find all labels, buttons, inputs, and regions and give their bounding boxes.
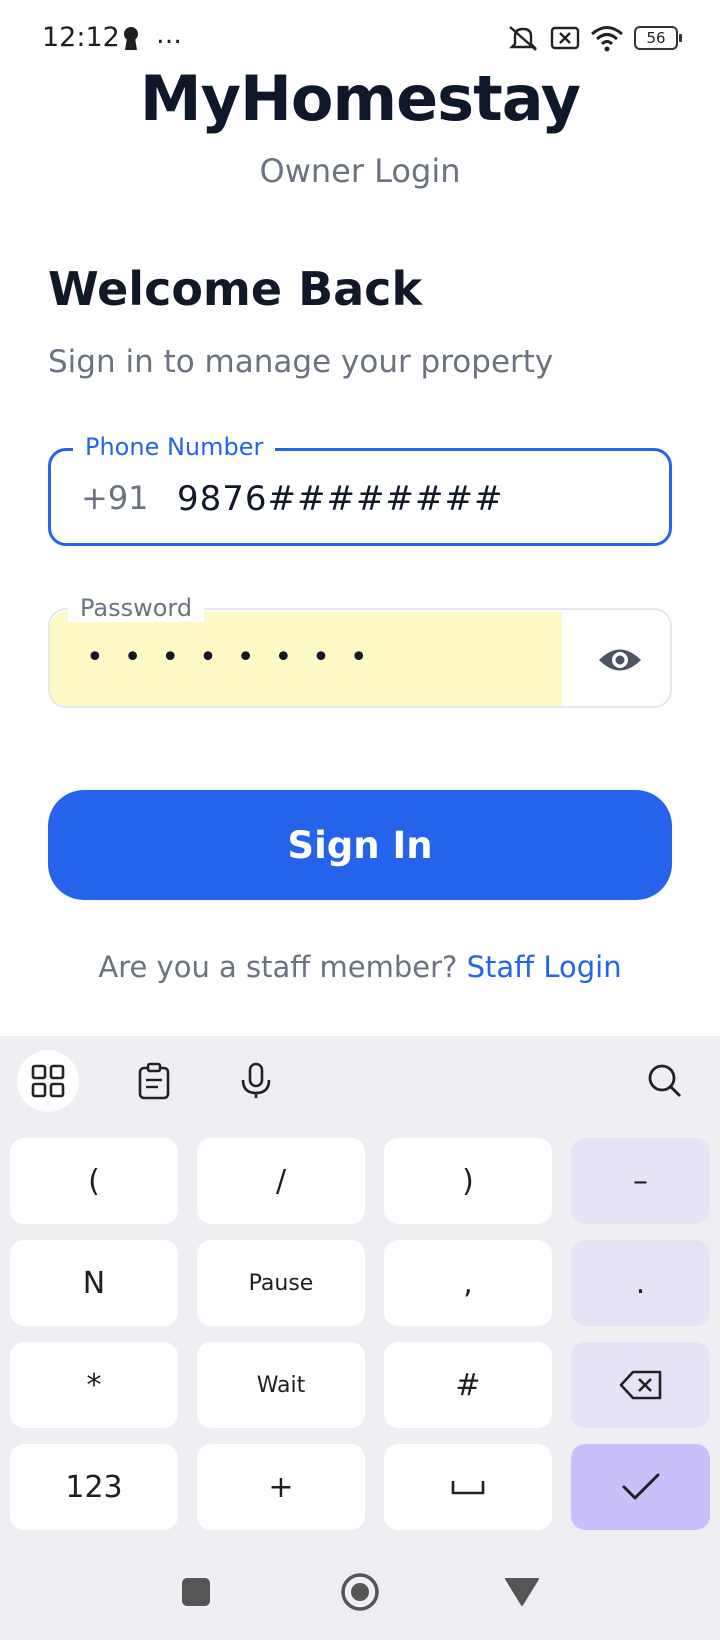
password-input[interactable]: •••••••• [86, 640, 388, 675]
apps-grid-icon[interactable] [17, 1050, 79, 1112]
enter-key[interactable] [571, 1444, 710, 1530]
country-code-prefix: +91 [81, 479, 149, 517]
recent-apps-square-icon[interactable] [174, 1570, 218, 1614]
staff-login-link[interactable]: Staff Login [467, 950, 622, 984]
keyhole-icon [122, 26, 140, 52]
show-password-eye-icon[interactable] [596, 636, 644, 684]
wifi-icon [590, 24, 624, 52]
key-123[interactable]: 123 [10, 1444, 178, 1530]
clipboard-icon[interactable] [123, 1050, 185, 1112]
password-field[interactable]: Password •••••••• [48, 594, 672, 708]
key-hash[interactable]: # [384, 1342, 552, 1428]
space-key[interactable] [384, 1444, 552, 1530]
status-more-icon: … [156, 20, 183, 50]
staff-prompt-text: Are you a staff member? [98, 950, 458, 984]
search-icon[interactable] [634, 1050, 696, 1112]
space-icon [451, 1481, 485, 1495]
check-icon [622, 1473, 659, 1500]
mute-icon [506, 24, 540, 52]
phone-number-label: Phone Number [73, 433, 276, 461]
key-wait[interactable]: Wait [197, 1342, 365, 1428]
status-icons: 56 [506, 24, 682, 52]
app-subtitle: Owner Login [259, 152, 461, 190]
key-n[interactable]: N [10, 1240, 178, 1326]
staff-login-prompt: Are you a staff member? Staff Login [0, 950, 720, 984]
key-slash[interactable]: / [197, 1138, 365, 1224]
phone-number-input[interactable]: 9876######## [177, 479, 503, 519]
no-sim-icon [550, 25, 580, 51]
key-open-paren[interactable]: ( [10, 1138, 178, 1224]
key-close-paren[interactable]: ) [384, 1138, 552, 1224]
password-label: Password [68, 594, 205, 622]
keyboard-toolbar [0, 1036, 720, 1132]
key-asterisk[interactable]: * [10, 1342, 178, 1428]
key-comma[interactable]: , [384, 1240, 552, 1326]
back-triangle-icon[interactable] [500, 1570, 544, 1614]
phone-number-field[interactable]: Phone Number +91 9876######## [48, 433, 672, 546]
battery-icon: 56 [634, 26, 682, 50]
status-time: 12:12 [42, 22, 120, 53]
key-pause[interactable]: Pause [197, 1240, 365, 1326]
welcome-title: Welcome Back [48, 262, 423, 316]
key-period[interactable]: . [571, 1240, 710, 1326]
backspace-icon [619, 1370, 661, 1400]
app-title: MyHomestay [139, 62, 581, 135]
system-nav-bar [0, 1540, 720, 1640]
welcome-subtitle: Sign in to manage your property [48, 344, 554, 380]
backspace-key[interactable] [571, 1342, 710, 1428]
key-plus[interactable]: + [197, 1444, 365, 1530]
sign-in-button[interactable]: Sign In [48, 790, 672, 900]
key-dash[interactable]: – [571, 1138, 710, 1224]
home-circle-icon[interactable] [338, 1570, 382, 1614]
microphone-icon[interactable] [225, 1050, 287, 1112]
